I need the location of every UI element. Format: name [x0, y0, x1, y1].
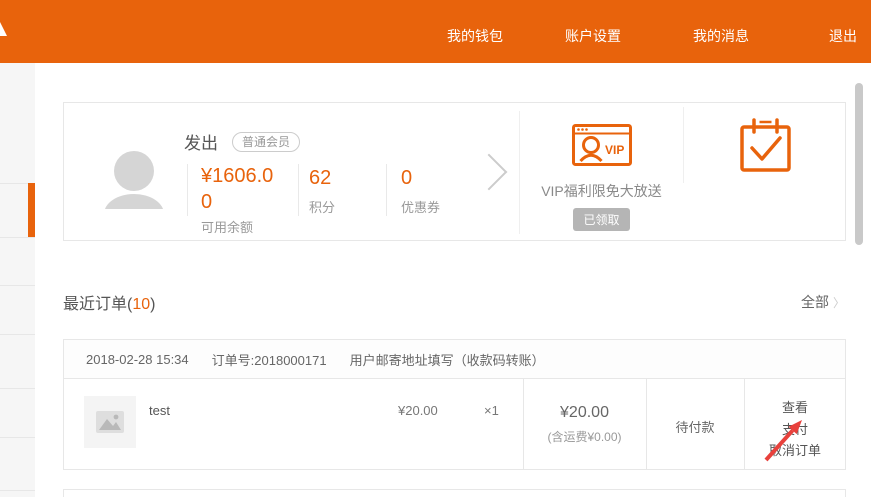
orders-title-paren: ) [150, 296, 155, 313]
sidebar-divider [0, 334, 35, 335]
pay-order-link[interactable]: 支付 [744, 419, 846, 438]
nav-account-settings[interactable]: 账户设置 [565, 26, 621, 46]
calendar-check-icon[interactable] [740, 117, 791, 173]
coupons-label: 优惠券 [401, 197, 440, 216]
balance-label: 可用余额 [201, 217, 253, 236]
view-all-orders-link[interactable]: 全部〉 [801, 292, 845, 312]
coupons-value[interactable]: 0 [401, 167, 412, 190]
vip-promo-title: VIP福利限免大放送 [520, 181, 683, 201]
balance-value[interactable]: ¥1606.00 [201, 163, 277, 215]
scrollbar-thumb[interactable] [855, 83, 863, 245]
profile-chevron-right-icon[interactable] [471, 154, 508, 191]
view-all-label: 全部 [801, 294, 829, 310]
username: 发出 [184, 129, 218, 154]
avatar [104, 151, 164, 209]
vip-promo[interactable]: VIP VIP福利限免大放送 已领取 [520, 103, 683, 242]
order-header: 2018-02-28 15:34 订单号:2018000171 用户邮寄地址填写… [64, 340, 845, 379]
product-price: ¥20.00 [398, 403, 438, 418]
top-header: 我的钱包 账户设置 我的消息 退出 [0, 0, 871, 63]
order-card: 2018-02-28 15:34 订单号:2018000171 用户邮寄地址填写… [63, 339, 846, 470]
sidebar-divider [0, 490, 35, 491]
claimed-badge[interactable]: 已领取 [573, 208, 629, 231]
order-total: ¥20.00 [523, 404, 646, 422]
shipping-note: (含运费¥0.00) [523, 428, 646, 445]
order-number: 订单号:2018000171 [212, 350, 327, 369]
sidebar-divider [0, 285, 35, 286]
next-order-card [63, 489, 846, 497]
points-value[interactable]: 62 [309, 167, 331, 190]
nav-my-messages[interactable]: 我的消息 [693, 26, 749, 46]
order-note: 用户邮寄地址填写（收款码转账） [350, 350, 545, 369]
avatar-head [114, 151, 154, 191]
nav-logout[interactable]: 退出 [829, 26, 857, 46]
chevron-right-icon: 〉 [833, 296, 845, 310]
order-time: 2018-02-28 15:34 [86, 352, 189, 367]
stat-divider [386, 164, 387, 216]
sidebar-active-indicator [28, 183, 35, 237]
signin-promo [684, 103, 847, 242]
svg-text:VIP: VIP [605, 143, 624, 157]
cancel-order-link[interactable]: 取消订单 [744, 440, 846, 459]
product-quantity: ×1 [484, 403, 499, 418]
orders-section-title: 最近订单(10) [63, 290, 155, 314]
sidebar-divider [0, 388, 35, 389]
profile-card: 发出 普通会员 ¥1606.00 可用余额 62 积分 0 优惠券 VIP VI… [63, 102, 846, 241]
stat-divider [298, 164, 299, 216]
page: 我的钱包 账户设置 我的消息 退出 发出 普通会员 ¥1606.00 可用余额 … [0, 0, 871, 497]
orders-title-text: 最近订单( [63, 296, 132, 313]
order-status: 待付款 [646, 417, 744, 436]
sidebar-menu[interactable] [0, 63, 35, 497]
top-nav: 我的钱包 账户设置 我的消息 退出 [447, 0, 857, 63]
column-divider [523, 379, 524, 469]
sidebar-divider [0, 437, 35, 438]
annotation-arrow [744, 408, 864, 468]
stat-divider [187, 164, 188, 216]
vip-browser-icon: VIP [572, 124, 632, 166]
logo-fragment [0, 22, 7, 36]
avatar-shoulders [104, 194, 164, 209]
sidebar-divider [0, 237, 35, 238]
image-placeholder-icon [96, 411, 124, 433]
nav-my-wallet[interactable]: 我的钱包 [447, 26, 503, 46]
orders-count: 10 [132, 296, 150, 313]
points-label: 积分 [309, 197, 335, 216]
product-thumbnail[interactable] [84, 396, 136, 448]
member-level-badge: 普通会员 [232, 132, 300, 152]
view-order-link[interactable]: 查看 [744, 397, 846, 416]
product-name: test [149, 403, 170, 418]
